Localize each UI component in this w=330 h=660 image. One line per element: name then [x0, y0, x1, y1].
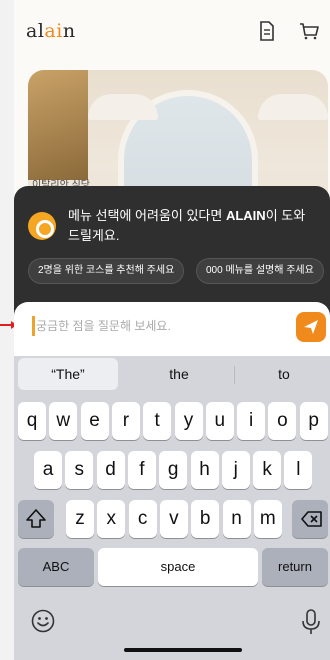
key-j[interactable]: j — [221, 451, 250, 489]
left-margin — [0, 0, 14, 660]
key-f[interactable]: f — [127, 451, 156, 489]
assistant-avatar-icon — [28, 212, 56, 240]
return-key[interactable]: return — [262, 548, 328, 586]
text-cursor — [32, 316, 35, 336]
key-b[interactable]: b — [191, 500, 220, 538]
key-m[interactable]: m — [253, 500, 282, 538]
cart-icon[interactable] — [298, 20, 320, 42]
key-q[interactable]: q — [18, 402, 46, 440]
home-indicator — [124, 648, 242, 652]
key-e[interactable]: e — [80, 402, 109, 440]
key-v[interactable]: v — [159, 500, 188, 538]
app-header: alain — [14, 0, 330, 62]
send-icon — [304, 320, 318, 334]
key-s[interactable]: s — [65, 451, 94, 489]
key-x[interactable]: x — [97, 500, 126, 538]
key-k[interactable]: k — [253, 451, 282, 489]
key-i[interactable]: i — [237, 402, 266, 440]
lamp-right — [258, 94, 328, 120]
key-u[interactable]: u — [205, 402, 234, 440]
suggestion-quoted-the[interactable]: “The” — [18, 358, 118, 390]
lamp-left — [88, 94, 158, 120]
suggestion-the[interactable]: the — [124, 356, 234, 392]
shelf-decor — [28, 70, 88, 180]
key-c[interactable]: c — [128, 500, 157, 538]
question-input[interactable] — [36, 312, 286, 340]
key-h[interactable]: h — [190, 451, 219, 489]
key-y[interactable]: y — [174, 402, 203, 440]
alain-logo[interactable]: alain — [26, 20, 76, 42]
suggestion-separator — [234, 366, 235, 384]
ios-keyboard: “The” the to qwertyuiop asdfghjkl zxcvbn… — [14, 356, 330, 660]
document-icon[interactable] — [256, 20, 278, 42]
key-l[interactable]: l — [284, 451, 313, 489]
suggestion-bar: “The” the to — [14, 356, 330, 392]
key-p[interactable]: p — [299, 402, 328, 440]
key-r[interactable]: r — [111, 402, 140, 440]
shift-key[interactable] — [18, 500, 54, 538]
chat-input-bar — [14, 302, 330, 358]
microphone-icon[interactable] — [300, 608, 322, 636]
send-button[interactable] — [296, 312, 326, 342]
key-a[interactable]: a — [34, 451, 62, 489]
key-g[interactable]: g — [159, 451, 188, 489]
suggestion-to[interactable]: to — [238, 356, 330, 392]
abc-key[interactable]: ABC — [18, 548, 94, 586]
assistant-message: 메뉴 선택에 어려움이 있다면 ALAIN이 도와 드릴게요. — [68, 208, 306, 243]
key-n[interactable]: n — [222, 500, 251, 538]
delete-icon — [301, 511, 322, 527]
space-key[interactable]: space — [98, 548, 258, 586]
suggestion-chip-course[interactable]: 2명을 위한 코스를 추천해 주세요 — [28, 258, 185, 284]
suggestion-chip-menu[interactable]: 000 메뉴를 설명해 주세요 — [196, 258, 324, 284]
emoji-icon[interactable] — [30, 608, 56, 634]
key-w[interactable]: w — [49, 402, 78, 440]
shift-icon — [26, 509, 46, 528]
key-t[interactable]: t — [143, 402, 172, 440]
key-d[interactable]: d — [96, 451, 125, 489]
key-o[interactable]: o — [268, 402, 297, 440]
delete-key[interactable] — [292, 500, 328, 538]
key-z[interactable]: z — [66, 500, 94, 538]
